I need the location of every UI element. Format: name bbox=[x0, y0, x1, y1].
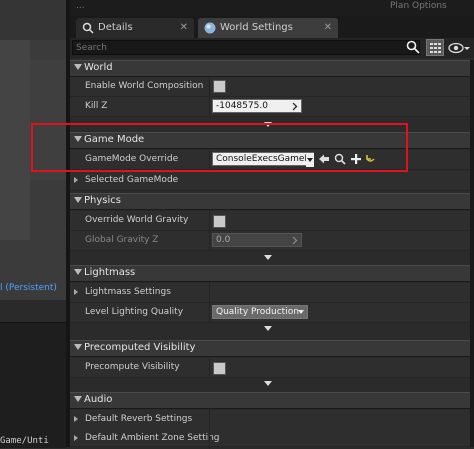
close-icon[interactable]: ✕ bbox=[180, 18, 188, 38]
collapse-arrow-icon bbox=[74, 269, 82, 275]
content-path-text: Game/Unti bbox=[0, 436, 49, 446]
precompute-visibility-checkbox[interactable] bbox=[213, 362, 226, 375]
search-row bbox=[70, 38, 474, 58]
property-label: Kill Z bbox=[85, 101, 108, 111]
property-row: Override World Gravity bbox=[70, 211, 474, 231]
close-icon[interactable]: ✕ bbox=[324, 18, 332, 38]
override-world-gravity-checkbox[interactable] bbox=[213, 215, 226, 228]
section-precomputed-visibility[interactable]: Precomputed Visibility bbox=[70, 340, 474, 357]
collapse-arrow-icon bbox=[74, 344, 82, 350]
property-label: Precompute Visibility bbox=[85, 362, 180, 372]
property-matrix-button[interactable] bbox=[426, 39, 444, 56]
highlight-box bbox=[31, 123, 408, 172]
property-label: Selected GameMode bbox=[85, 175, 179, 185]
tab-details[interactable]: Details ✕ bbox=[76, 18, 194, 38]
property-row: Precompute Visibility bbox=[70, 358, 474, 378]
eye-icon[interactable] bbox=[448, 41, 470, 55]
property-label: Default Reverb Settings bbox=[85, 414, 193, 424]
column-divider[interactable] bbox=[209, 283, 210, 303]
property-row: Kill Z -1048575.0 bbox=[70, 97, 474, 117]
expand-arrow-icon bbox=[264, 255, 272, 260]
section-world[interactable]: World bbox=[70, 60, 474, 77]
global-gravity-z-value: 0.0 bbox=[216, 235, 231, 245]
section-title: Audio bbox=[84, 394, 113, 405]
kill-z-value: -1048575.0 bbox=[216, 101, 268, 111]
collapse-arrow-icon bbox=[74, 64, 82, 70]
property-row: Level Lighting Quality Quality Productio… bbox=[70, 303, 474, 323]
collapse-arrow-icon bbox=[74, 197, 82, 203]
search-icon[interactable] bbox=[406, 40, 420, 54]
resize-grip-icon bbox=[289, 236, 298, 245]
column-divider[interactable] bbox=[209, 77, 210, 97]
viewport-geometry bbox=[0, 40, 30, 240]
column-divider[interactable] bbox=[209, 303, 210, 323]
expand-arrow-icon bbox=[74, 177, 78, 183]
kill-z-field[interactable]: -1048575.0 bbox=[212, 99, 302, 113]
section-title: World bbox=[84, 62, 113, 73]
world-settings-panel: ... Plan Options Details ✕ World Setting… bbox=[70, 0, 474, 449]
collapse-arrow-icon bbox=[74, 396, 82, 402]
global-gravity-z-field: 0.0 bbox=[212, 233, 302, 247]
viewport-geometry bbox=[0, 0, 66, 40]
details-icon bbox=[82, 22, 94, 34]
property-row: Enable World Composition bbox=[70, 77, 474, 97]
column-divider[interactable] bbox=[209, 429, 210, 449]
resize-grip-icon bbox=[289, 102, 298, 111]
expand-arrow-icon bbox=[74, 416, 78, 422]
level-lighting-quality-value: Quality Production bbox=[216, 307, 299, 317]
tab-bar: Details ✕ World Settings ✕ bbox=[70, 16, 474, 38]
advanced-expander[interactable] bbox=[70, 254, 474, 262]
property-row: Global Gravity Z 0.0 bbox=[70, 231, 474, 251]
advanced-expander[interactable] bbox=[70, 380, 474, 388]
tab-world-settings[interactable]: World Settings ✕ bbox=[198, 18, 338, 38]
property-row[interactable]: Default Reverb Settings bbox=[70, 410, 474, 430]
column-divider[interactable] bbox=[209, 231, 210, 251]
property-label: Level Lighting Quality bbox=[85, 307, 184, 317]
tab-details-label: Details bbox=[98, 22, 133, 33]
globe-icon bbox=[204, 22, 216, 34]
advanced-expander[interactable] bbox=[70, 325, 474, 333]
section-physics[interactable]: Physics bbox=[70, 193, 474, 210]
vertical-scrollbar[interactable] bbox=[470, 60, 474, 447]
property-row[interactable]: Selected GameMode bbox=[70, 171, 474, 191]
top-toolbar-strip: ... Plan Options bbox=[70, 0, 474, 16]
expand-arrow-icon bbox=[74, 289, 78, 295]
section-title: Physics bbox=[84, 195, 121, 206]
chevron-down-icon bbox=[298, 310, 304, 314]
column-divider[interactable] bbox=[209, 410, 210, 430]
property-row[interactable]: Lightmass Settings bbox=[70, 283, 474, 303]
property-label: Enable World Composition bbox=[85, 81, 204, 91]
section-title: Precomputed Visibility bbox=[84, 342, 196, 353]
enable-world-composition-checkbox[interactable] bbox=[213, 80, 226, 93]
section-lightmass[interactable]: Lightmass bbox=[70, 265, 474, 282]
plan-options-button[interactable]: Plan Options bbox=[390, 1, 447, 11]
section-audio[interactable]: Audio bbox=[70, 392, 474, 409]
property-label: Override World Gravity bbox=[85, 215, 189, 225]
level-lighting-quality-dropdown[interactable]: Quality Production bbox=[212, 305, 308, 319]
column-divider[interactable] bbox=[209, 211, 210, 231]
property-label: Default Ambient Zone Setting bbox=[85, 433, 220, 443]
top-toolbar-text: ... bbox=[76, 1, 85, 11]
section-title: Lightmass bbox=[84, 267, 136, 278]
persistent-level-label: l (Persistent) bbox=[0, 283, 57, 293]
expand-arrow-icon bbox=[74, 435, 78, 441]
property-label: Global Gravity Z bbox=[85, 235, 159, 245]
property-row[interactable]: Default Ambient Zone Setting bbox=[70, 429, 474, 449]
property-label: Lightmass Settings bbox=[85, 287, 171, 297]
tab-world-settings-label: World Settings bbox=[220, 22, 293, 33]
column-divider[interactable] bbox=[209, 97, 210, 117]
expand-arrow-icon bbox=[264, 326, 272, 331]
expand-arrow-icon bbox=[264, 381, 272, 386]
search-input[interactable] bbox=[72, 40, 420, 55]
column-divider[interactable] bbox=[209, 358, 210, 378]
left-content-panel: Game/Unti bbox=[0, 322, 66, 448]
